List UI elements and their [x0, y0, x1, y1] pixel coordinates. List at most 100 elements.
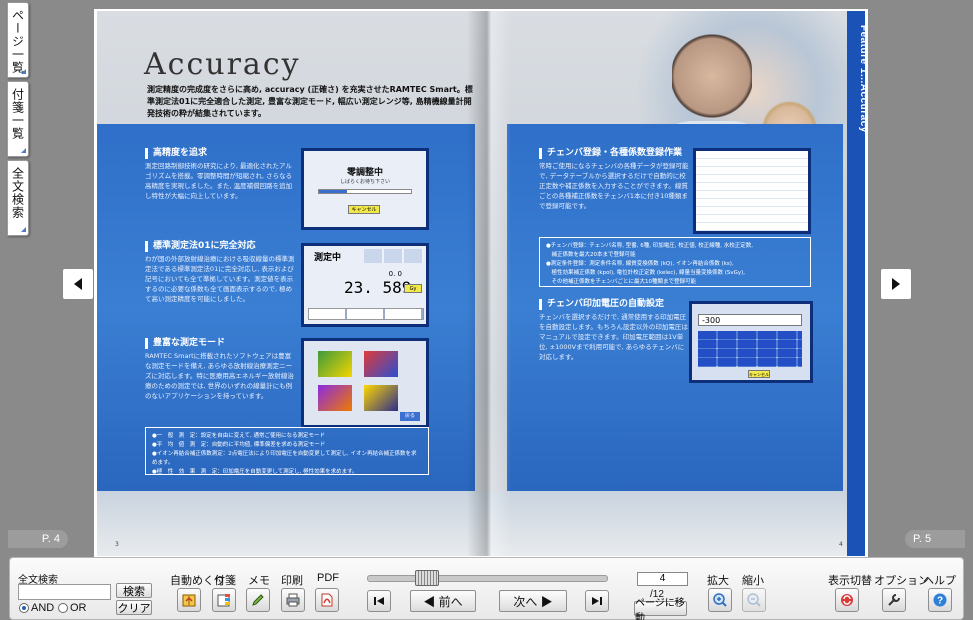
sticky-button[interactable] [212, 588, 236, 612]
view-switch-label: 表示切替 [828, 575, 872, 587]
screen-mode-tile-4 [364, 385, 398, 411]
pencil-icon [252, 594, 264, 606]
bullets-right: ●チェンバ登録：チェンバ名称, 型番, 6種, 印加電圧, 校正値, 校正線種,… [539, 237, 811, 287]
bullets-left: ●一 般 測 定：設定を自由に変えて, 通常ご使用になる測定モード ●平 均 値… [145, 427, 429, 475]
print-label: 印刷 [281, 575, 303, 587]
bullet-left-2: ●平 均 値 測 定：自動的に平均値, 標準偏差を求める測定モード [152, 442, 326, 448]
section-head-standard: 標準測定法01に完全対応 [145, 241, 256, 252]
feature-strip-text: Feature 1...Accuracy [858, 25, 865, 133]
help-label: ヘルプ [923, 575, 956, 587]
bottom-toolbar: 全文検索 検索 クリア AND OR 自動めくり 付箋 メモ 印刷 PDF ◀ … [9, 557, 964, 620]
screen-voltage-cancel: キャンセル [748, 370, 770, 378]
photo-person-man [672, 31, 752, 131]
screen-measuring-value: 23. 589 [344, 278, 412, 297]
goto-page-button[interactable]: ページに移動 [634, 598, 687, 620]
screen-voltage-keys [698, 331, 802, 367]
feature-strip: Feature 1...Accuracy [847, 11, 865, 556]
next-button[interactable]: 次へ ▶ [499, 590, 567, 612]
auto-flip-button[interactable] [177, 588, 201, 612]
page-label-right: P. 5 [905, 530, 965, 548]
zoom-out-label: 縮小 [742, 575, 764, 587]
clear-button[interactable]: クリア [116, 600, 152, 615]
pdf-icon [321, 593, 333, 607]
zoom-in-label: 拡大 [707, 575, 729, 587]
svg-text:?: ? [937, 596, 943, 607]
section-body-modes: RAMTEC Smartに搭載されたソフトウェアは豊富な測定モードを備え, あら… [145, 352, 294, 400]
screen-zero-cancel: キャンセル [348, 205, 380, 214]
sticky-note-icon [217, 594, 230, 607]
last-page-button[interactable] [585, 590, 609, 612]
section-head-modes: 豊富な測定モード [145, 338, 225, 349]
arrow-left-icon [74, 278, 82, 290]
sticky-label: 付箋 [214, 575, 236, 587]
section-body-voltage: チェンバを選択するだけで, 通常使用する印加電圧を自動設定します。もちろん設定以… [539, 313, 688, 361]
tab-fulltext-search-label: 全文検索 [10, 167, 25, 219]
search-button[interactable]: 検索 [116, 583, 152, 598]
book-spread[interactable]: Feature 1...Accuracy Accuracy 測定精度の完成度をさ… [94, 9, 868, 558]
page-slider-track[interactable] [367, 575, 608, 582]
tab-fulltext-search[interactable]: 全文検索 [7, 160, 29, 236]
options-label: オプション [874, 575, 929, 587]
page-number-right: 4 [839, 541, 843, 548]
next-page-arrow[interactable] [880, 268, 912, 300]
first-page-button[interactable] [367, 590, 391, 612]
screen-measuring-sub: 0. 0 [388, 270, 402, 278]
view-switch-button[interactable] [835, 588, 859, 612]
help-button[interactable]: ? [928, 588, 952, 612]
bullet-right-3: ●測定条件登録：測定条件名称, 線質変換係数 (kQ), イオン再結合係数 (k… [546, 261, 734, 267]
printer-icon [286, 593, 300, 607]
options-button[interactable] [882, 588, 906, 612]
radio-or-label: OR [70, 602, 87, 614]
radio-or[interactable] [58, 603, 68, 613]
screen-voltage-keypad: -300 キャンセル [689, 301, 813, 383]
tab-sticky-list[interactable]: 付箋一覧 [7, 81, 29, 157]
prev-button[interactable]: ◀ 前へ [410, 590, 476, 612]
search-input[interactable] [18, 584, 111, 600]
book-flip-icon [182, 594, 196, 607]
screen-measuring: 測定中 0. 0 23. 589 Gy [301, 243, 429, 327]
bullet-right-2: 補正係数を最大20本まで登録可能 [546, 252, 636, 258]
page-title: Accuracy [144, 47, 301, 82]
radio-and[interactable] [19, 603, 29, 613]
page-number-left: 3 [115, 541, 119, 548]
screen-mode-tile-1 [318, 351, 352, 377]
screen-mode-tile-2 [364, 351, 398, 377]
screen-modes: 戻る [301, 338, 429, 428]
help-icon: ? [933, 593, 947, 607]
section-body-standard: わが国の外部放射線治療における吸収線量の標準測定法である標準測定法01に完全対応… [145, 255, 295, 303]
section-head-precision: 高精度を追求 [145, 148, 207, 159]
screen-zero-sub: しばらくお待ち下さい [339, 179, 390, 185]
bullet-left-3: ●イオン再結合補正係数測定：2点電圧法により印加電圧を自動変更して測定し, イオ… [152, 451, 417, 466]
radio-and-label: AND [31, 602, 55, 614]
prev-page-arrow[interactable] [62, 268, 94, 300]
bullet-right-5: その他補正係数をチェンバごとに最大10種類まで登録可能 [546, 279, 697, 285]
view-switch-icon [841, 594, 853, 606]
section-head-voltage: チェンバ印加電圧の自動設定 [539, 299, 664, 310]
zoom-out-button[interactable] [742, 588, 766, 612]
screen-chamber-table [693, 148, 811, 234]
screen-mode-back: 戻る [400, 412, 420, 421]
bullet-right-1: ●チェンバ登録：チェンバ名称, 型番, 6種, 印加電圧, 校正値, 校正線種,… [546, 243, 754, 249]
tab-page-list-label: ページ一覧 [10, 9, 25, 74]
memo-button[interactable] [246, 588, 270, 612]
section-body-chamber: 常時ご使用になるチェンバの各種データが登録可能で, データテーブルから選択するだ… [539, 162, 689, 210]
screen-measuring-tabs [364, 249, 424, 263]
arrow-right-icon [892, 278, 900, 290]
last-page-icon [592, 597, 602, 605]
tab-page-list[interactable]: ページ一覧 [7, 2, 29, 78]
zoom-in-button[interactable] [708, 588, 732, 612]
wrench-icon [888, 594, 900, 606]
tab-sticky-list-label: 付箋一覧 [10, 88, 25, 140]
screen-zero-title: 零調整中 [346, 168, 383, 178]
zoom-out-icon [747, 593, 761, 607]
page-slider-thumb[interactable] [415, 570, 439, 586]
print-button[interactable] [281, 588, 305, 612]
bullet-left-4: ●極 性 効 果 測 定：印加電圧を自動変更して測定し, 極性効果を求めます。 [152, 469, 358, 475]
page-number-input[interactable]: 4 [637, 572, 688, 586]
lead-text: 測定精度の完成度をさらに高め, accuracy (正確さ) を充実させたRAM… [147, 85, 473, 118]
screen-voltage-value: -300 [698, 314, 802, 326]
screen-measuring-footer [308, 308, 424, 320]
pdf-button[interactable] [315, 588, 339, 612]
pdf-label: PDF [317, 572, 339, 584]
section-head-chamber: チェンバ登録・各種係数登録作業 [539, 148, 682, 159]
